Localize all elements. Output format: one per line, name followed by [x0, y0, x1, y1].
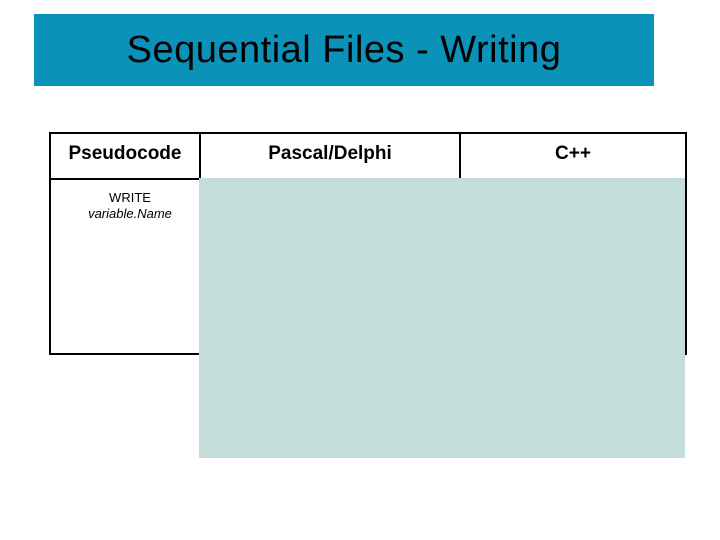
col-header-cpp: C++	[460, 133, 686, 179]
pseudocode-snippet: WRITE variable.Name	[51, 180, 199, 223]
col-header-pascal: Pascal/Delphi	[200, 133, 460, 179]
col-header-pseudocode-label: Pseudocode	[51, 134, 199, 165]
col-header-cpp-label: C++	[461, 134, 685, 165]
slide-title-bar: Sequential Files - Writing	[34, 14, 654, 86]
slide-title: Sequential Files - Writing	[127, 29, 562, 72]
table-header-row: Pseudocode Pascal/Delphi C++	[50, 133, 686, 179]
col-header-pseudocode: Pseudocode	[50, 133, 200, 179]
content-overlay-panel	[199, 178, 685, 458]
pseudocode-variable: variable.Name	[88, 206, 172, 221]
pseudocode-keyword: WRITE	[109, 190, 151, 205]
col-header-pascal-label: Pascal/Delphi	[201, 134, 459, 165]
cell-pseudocode: WRITE variable.Name	[50, 179, 200, 354]
